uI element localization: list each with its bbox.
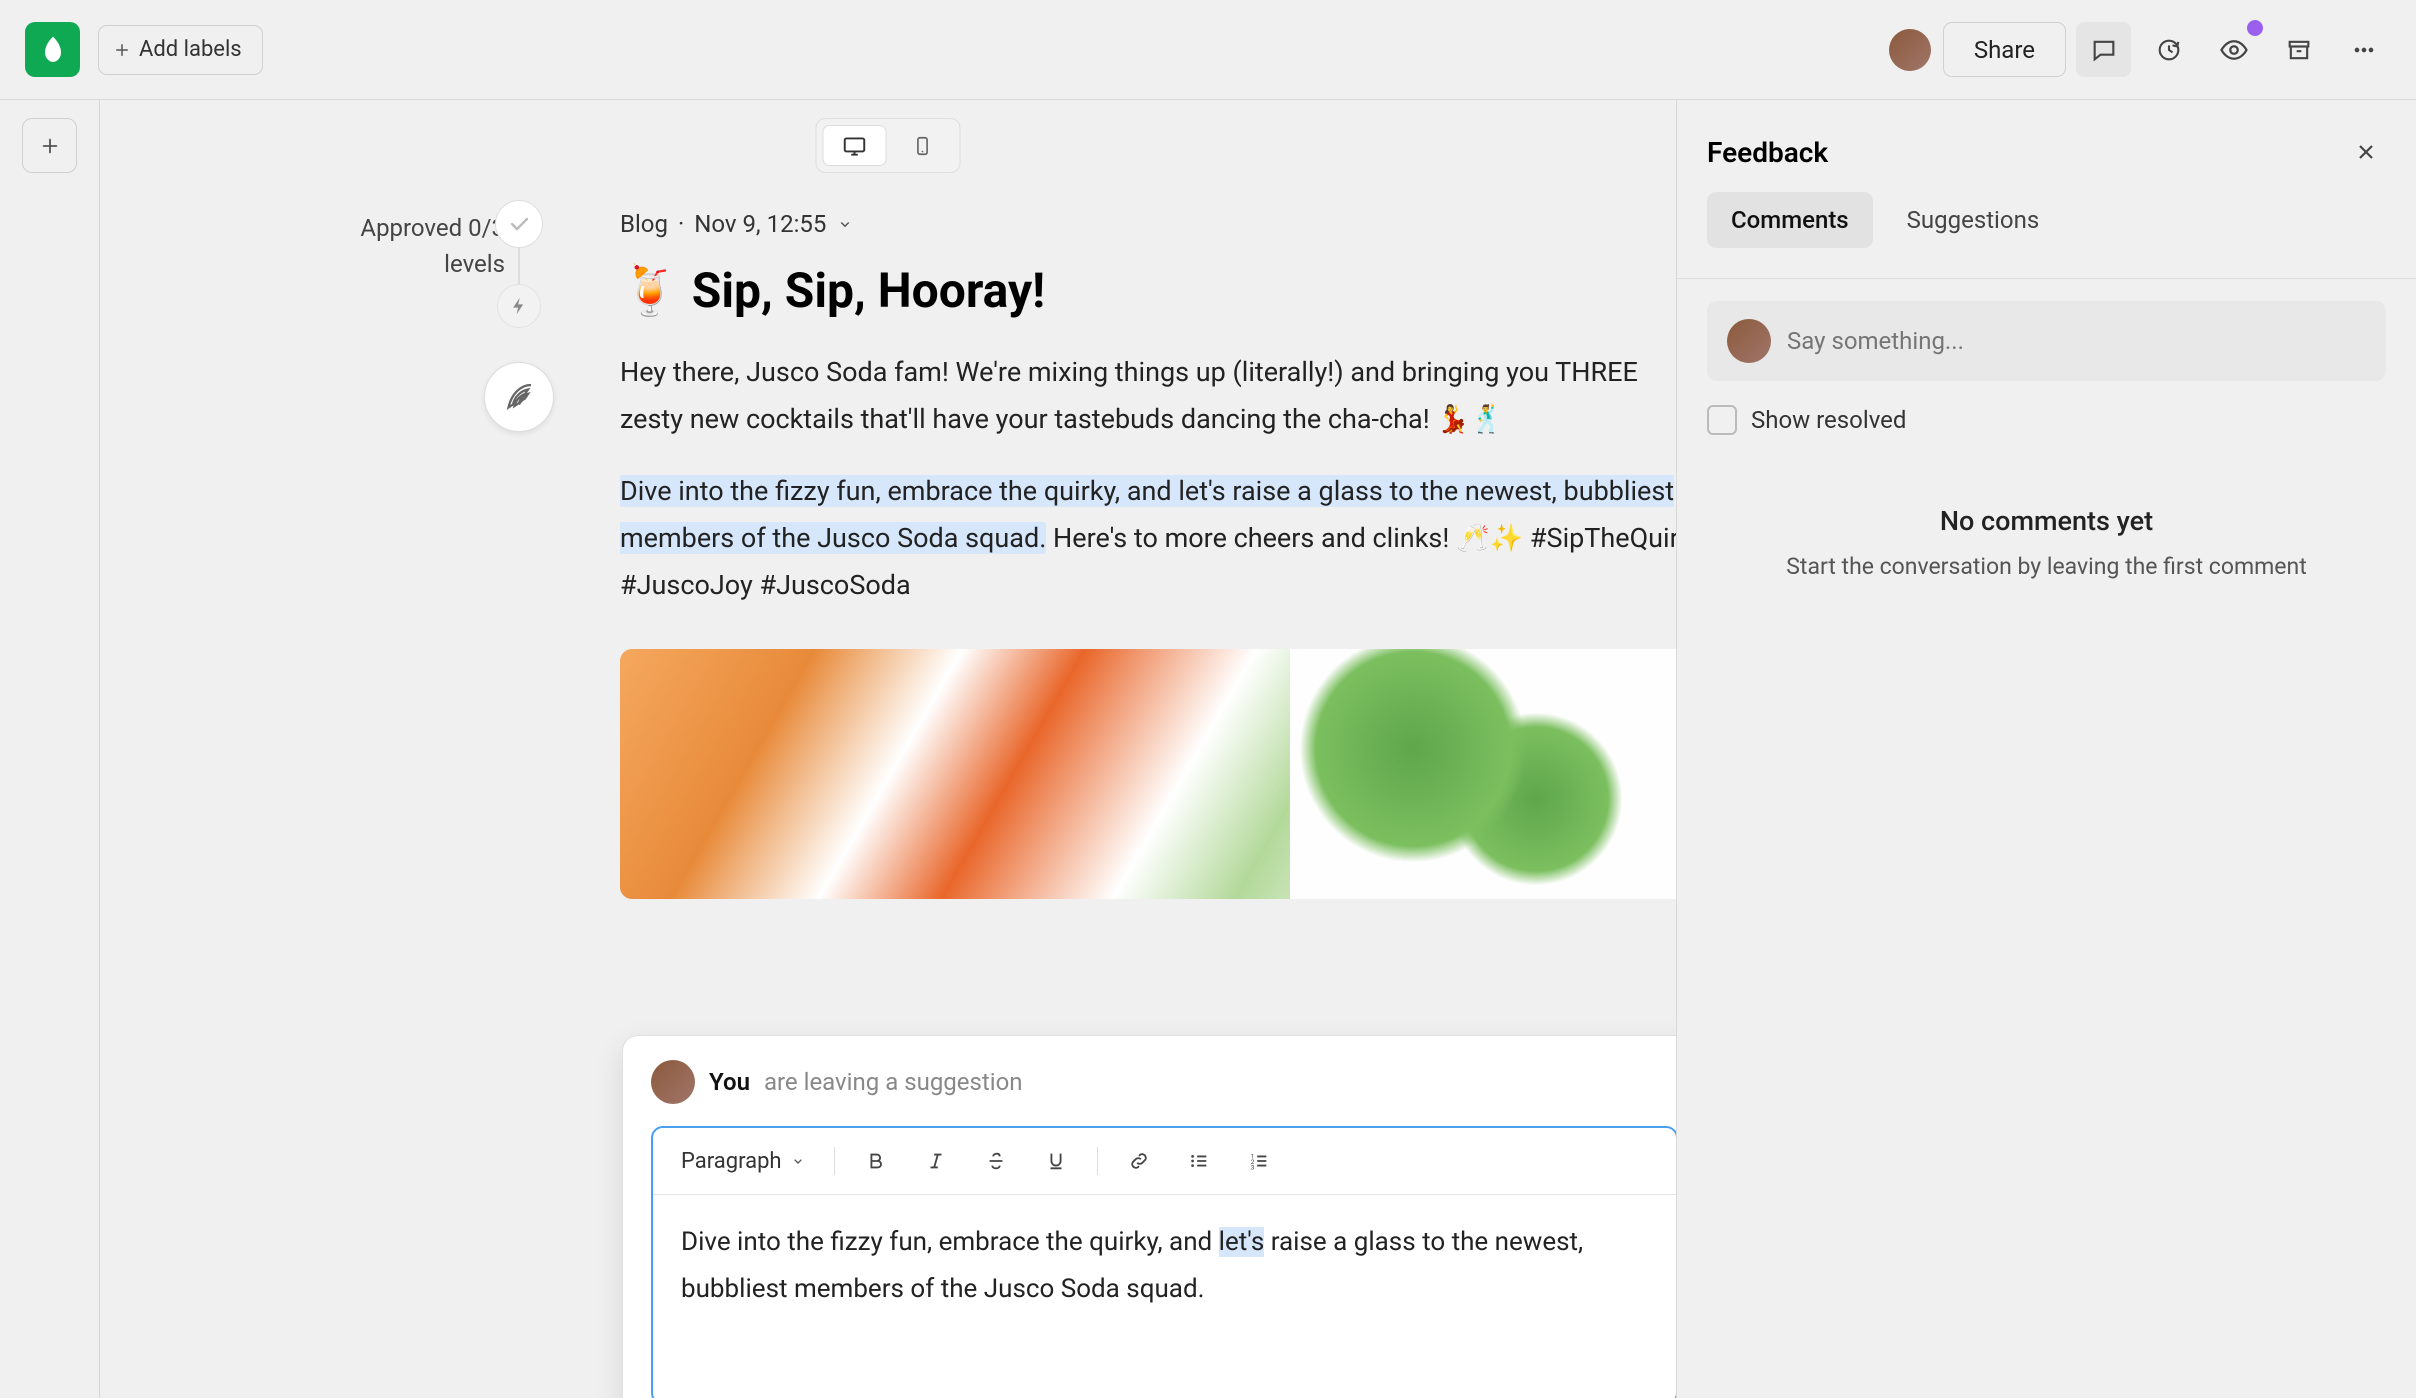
strikethrough-icon — [985, 1150, 1007, 1172]
archive-icon-button[interactable] — [2271, 22, 2326, 77]
bullet-list-button[interactable] — [1180, 1142, 1218, 1180]
phone-icon — [912, 133, 934, 159]
add-labels-button[interactable]: Add labels — [98, 25, 263, 75]
show-resolved-checkbox[interactable] — [1707, 405, 1737, 435]
approval-check-icon[interactable] — [495, 200, 543, 248]
feedback-panel: Feedback Comments Suggestions Show resol… — [1676, 100, 2416, 1398]
notification-badge — [2247, 20, 2263, 36]
paragraph-2: Dive into the fizzy fun, embrace the qui… — [620, 468, 1676, 610]
add-block-button[interactable] — [22, 118, 77, 173]
underline-icon — [1045, 1150, 1067, 1172]
eye-icon — [2219, 35, 2249, 65]
share-button[interactable]: Share — [1943, 22, 2066, 77]
feather-icon[interactable] — [484, 362, 554, 432]
plus-icon — [39, 135, 61, 157]
suggestion-header: You are leaving a suggestion — [651, 1060, 1676, 1104]
feedback-title: Feedback — [1707, 136, 1828, 169]
selected-word: let's — [1219, 1227, 1265, 1257]
doc-title: 🍹 Sip, Sip, Hooray! — [620, 262, 1676, 319]
suggestion-editor: Paragraph 123 Dive int — [651, 1126, 1676, 1398]
comment-input[interactable] — [1787, 327, 2366, 355]
empty-state: No comments yet Start the conversation b… — [1677, 505, 2416, 580]
editor-column: Approved 0/3 levels Blog · — [100, 100, 1676, 1398]
approval-line1: Approved 0/3 — [195, 210, 505, 246]
link-icon — [1128, 1150, 1150, 1172]
dots-icon — [2350, 36, 2378, 64]
comments-icon-button[interactable] — [2076, 22, 2131, 77]
app-logo[interactable] — [25, 22, 80, 77]
strikethrough-button[interactable] — [977, 1142, 1015, 1180]
topbar: Add labels Share — [0, 0, 2416, 100]
history-icon-button[interactable] — [2141, 22, 2196, 77]
empty-subtitle: Start the conversation by leaving the fi… — [1677, 553, 2416, 580]
bullet-list-icon — [1188, 1150, 1210, 1172]
suggestion-avatar — [651, 1060, 695, 1104]
italic-button[interactable] — [917, 1142, 955, 1180]
show-resolved-label: Show resolved — [1751, 406, 1906, 434]
left-rail — [0, 100, 100, 1398]
tab-suggestions[interactable]: Suggestions — [1883, 192, 2064, 248]
svg-text:3: 3 — [1250, 1163, 1254, 1171]
bold-icon — [865, 1150, 887, 1172]
suggestion-subtitle: are leaving a suggestion — [764, 1068, 1023, 1096]
monitor-icon — [841, 133, 867, 159]
comment-icon — [2090, 36, 2118, 64]
paragraph-1: Hey there, Jusco Soda fam! We're mixing … — [620, 349, 1676, 444]
doc-date: Nov 9, 12:55 — [694, 210, 826, 238]
tab-comments[interactable]: Comments — [1707, 192, 1873, 248]
device-toggle — [816, 118, 961, 173]
link-button[interactable] — [1120, 1142, 1158, 1180]
show-resolved-row: Show resolved — [1707, 405, 2386, 435]
suggestion-popover: You are leaving a suggestion Paragraph — [622, 1035, 1676, 1398]
archive-icon — [2285, 36, 2313, 64]
comment-input-container — [1707, 301, 2386, 381]
underline-button[interactable] — [1037, 1142, 1075, 1180]
doc-body[interactable]: Hey there, Jusco Soda fam! We're mixing … — [620, 349, 1676, 609]
bold-button[interactable] — [857, 1142, 895, 1180]
suggestion-toolbar: Paragraph 123 — [653, 1128, 1676, 1195]
format-dropdown[interactable]: Paragraph — [675, 1149, 812, 1174]
doc-meta[interactable]: Blog · Nov 9, 12:55 — [620, 210, 1676, 238]
approval-status: Approved 0/3 levels — [195, 210, 505, 282]
title-text: Sip, Sip, Hooray! — [692, 262, 1045, 319]
suggestion-textarea[interactable]: Dive into the fizzy fun, embrace the qui… — [653, 1195, 1676, 1398]
doc-category: Blog — [620, 210, 668, 238]
chevron-down-icon — [790, 1153, 806, 1169]
doc-image[interactable] — [620, 649, 1676, 899]
close-icon — [2354, 140, 2378, 164]
device-desktop[interactable] — [823, 125, 887, 166]
document: Blog · Nov 9, 12:55 🍹 Sip, Sip, Hooray! … — [620, 210, 1676, 899]
user-avatar[interactable] — [1889, 29, 1931, 71]
title-emoji: 🍹 — [620, 262, 680, 319]
feedback-header: Feedback — [1677, 100, 2416, 192]
device-mobile[interactable] — [892, 125, 954, 166]
chevron-down-icon — [836, 215, 854, 233]
close-feedback-button[interactable] — [2346, 132, 2386, 172]
preview-icon-button[interactable] — [2206, 22, 2261, 77]
plus-icon — [113, 41, 131, 59]
feedback-tabs: Comments Suggestions — [1677, 192, 2416, 279]
numbered-list-button[interactable]: 123 — [1240, 1142, 1278, 1180]
numbered-list-icon: 123 — [1248, 1150, 1270, 1172]
add-labels-label: Add labels — [139, 37, 242, 62]
indicator-rail — [484, 200, 554, 432]
lightning-icon[interactable] — [497, 284, 541, 328]
empty-title: No comments yet — [1677, 505, 2416, 537]
clock-arrow-icon — [2155, 36, 2183, 64]
suggestion-you: You — [709, 1068, 750, 1096]
more-icon-button[interactable] — [2336, 22, 2391, 77]
italic-icon — [925, 1150, 947, 1172]
comment-avatar — [1727, 319, 1771, 363]
approval-line2: levels — [195, 246, 505, 282]
